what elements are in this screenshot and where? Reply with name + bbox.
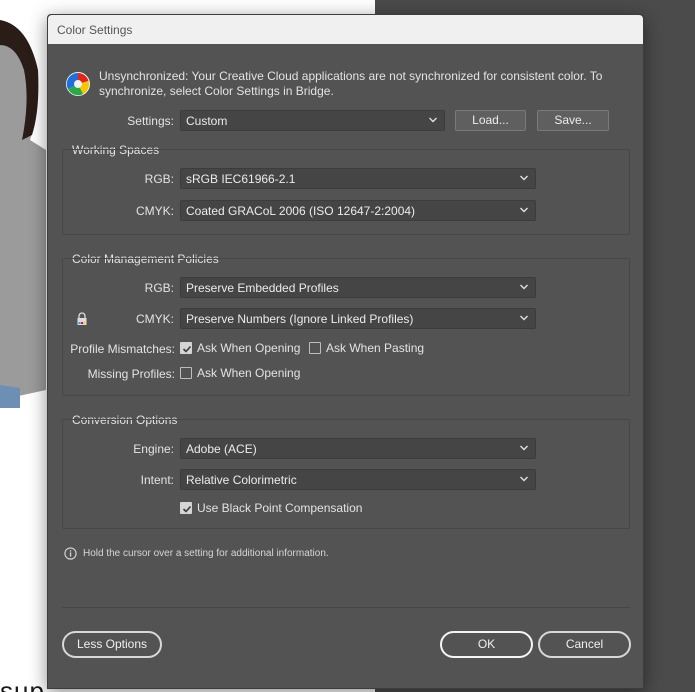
black-point-compensation-label[interactable]: Use Black Point Compensation xyxy=(197,501,362,515)
ask-when-opening-label[interactable]: Ask When Opening xyxy=(197,341,300,355)
missing-ask-when-opening-label[interactable]: Ask When Opening xyxy=(197,366,300,380)
settings-label: Settings: xyxy=(127,114,174,128)
sync-status-icon xyxy=(64,70,92,98)
ask-when-pasting-checkbox[interactable] xyxy=(309,342,321,354)
policy-rgb-dropdown[interactable]: Preserve Embedded Profiles xyxy=(180,277,536,298)
checkmark-icon xyxy=(182,345,192,353)
info-text: Hold the cursor over a setting for addit… xyxy=(83,548,329,559)
ask-when-opening-checkbox[interactable] xyxy=(180,342,192,354)
working-spaces-group xyxy=(62,149,630,235)
missing-ask-when-opening-checkbox[interactable] xyxy=(180,367,192,379)
ok-button[interactable]: OK xyxy=(440,631,533,658)
chevron-down-icon xyxy=(429,117,437,123)
policy-rgb-label: RGB: xyxy=(144,281,174,295)
intent-label: Intent: xyxy=(140,473,174,487)
chevron-down-icon xyxy=(520,445,528,451)
settings-value: Custom xyxy=(186,114,228,128)
chevron-down-icon xyxy=(520,207,528,213)
sync-message: Unsynchronized: Your Creative Cloud appl… xyxy=(99,69,603,98)
engine-dropdown[interactable]: Adobe (ACE) xyxy=(180,438,536,459)
ask-when-pasting-label[interactable]: Ask When Pasting xyxy=(326,341,424,355)
load-button[interactable]: Load... xyxy=(455,110,526,131)
footer-divider xyxy=(62,607,630,608)
policy-cmyk-dropdown[interactable]: Preserve Numbers (Ignore Linked Profiles… xyxy=(180,308,536,329)
title-bar[interactable]: Color Settings xyxy=(48,15,643,44)
save-button[interactable]: Save... xyxy=(537,110,609,131)
engine-value: Adobe (ACE) xyxy=(186,442,257,456)
intent-value: Relative Colorimetric xyxy=(186,473,297,487)
engine-label: Engine: xyxy=(133,442,174,456)
checkmark-icon xyxy=(182,505,192,513)
canvas-text: sup xyxy=(0,676,45,692)
chevron-down-icon xyxy=(520,315,528,321)
policy-rgb-value: Preserve Embedded Profiles xyxy=(186,281,339,295)
ws-cmyk-label: CMYK: xyxy=(135,204,174,218)
info-icon xyxy=(64,547,77,560)
settings-dropdown[interactable]: Custom xyxy=(180,110,445,131)
ws-cmyk-value: Coated GRACoL 2006 (ISO 12647-2:2004) xyxy=(186,204,416,218)
chevron-down-icon xyxy=(520,284,528,290)
ws-rgb-dropdown[interactable]: sRGB IEC61966-2.1 xyxy=(180,168,536,189)
chevron-down-icon xyxy=(520,175,528,181)
cancel-button[interactable]: Cancel xyxy=(538,631,631,658)
less-options-button[interactable]: Less Options xyxy=(62,631,162,658)
ws-cmyk-dropdown[interactable]: Coated GRACoL 2006 (ISO 12647-2:2004) xyxy=(180,200,536,221)
missing-profiles-label: Missing Profiles: xyxy=(87,367,175,381)
chevron-down-icon xyxy=(520,476,528,482)
profile-mismatches-label: Profile Mismatches: xyxy=(70,342,175,356)
color-settings-dialog: Color Settings Unsynchronized: Your Crea… xyxy=(47,14,644,689)
lock-icon xyxy=(75,312,89,326)
intent-dropdown[interactable]: Relative Colorimetric xyxy=(180,469,536,490)
ws-rgb-label: RGB: xyxy=(144,172,174,186)
window-title: Color Settings xyxy=(57,23,133,37)
policy-cmyk-value: Preserve Numbers (Ignore Linked Profiles… xyxy=(186,312,414,326)
policy-cmyk-label: CMYK: xyxy=(135,312,174,326)
ws-rgb-value: sRGB IEC61966-2.1 xyxy=(186,172,296,186)
black-point-compensation-checkbox[interactable] xyxy=(180,502,192,514)
